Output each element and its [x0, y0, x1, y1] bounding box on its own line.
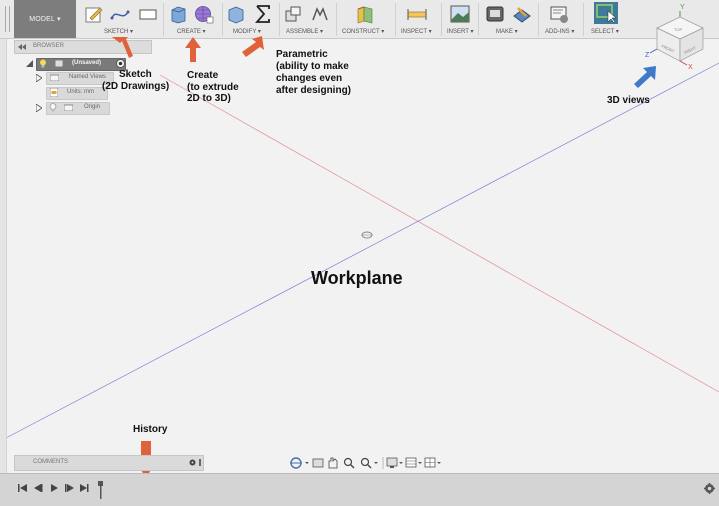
orbit-icon	[290, 457, 302, 469]
annotation-parametric-detail-1: (ability to make	[276, 61, 349, 72]
timeline-marker-icon	[98, 481, 103, 499]
display-settings-icon	[386, 457, 398, 468]
annotation-parametric: Parametric	[276, 49, 328, 60]
step-forward-icon	[65, 484, 74, 492]
arrow-create-icon	[185, 37, 201, 62]
timeline-gear-icon[interactable]	[704, 483, 715, 494]
annotation-history: History	[133, 424, 168, 435]
grid-settings-icon	[405, 457, 417, 468]
chevron-down-icon	[399, 462, 403, 464]
pan-hand-icon	[328, 457, 338, 469]
zoom-icon	[343, 457, 355, 469]
chevron-down-icon	[374, 462, 378, 464]
annotation-create-detail-1: (to extrude	[187, 82, 239, 93]
arrow-modify-icon	[242, 36, 264, 57]
annotation-parametric-detail-2: changes even	[276, 73, 343, 84]
annotation-sketch-detail: (2D Drawings)	[102, 81, 170, 92]
annotation-create-detail-2: 2D to 3D)	[187, 93, 231, 104]
annotation-3d-views: 3D views	[607, 95, 650, 106]
annotation-layer	[112, 36, 656, 478]
comments-title: COMMENTS	[33, 459, 68, 465]
chevron-down-icon	[305, 462, 309, 464]
step-back-icon	[34, 484, 43, 492]
navigation-toolbar	[290, 457, 441, 469]
expand-panel-icon[interactable]	[198, 459, 202, 466]
comments-panel-header[interactable]: COMMENTS	[14, 455, 204, 471]
annotation-sketch: Sketch	[119, 69, 152, 80]
annotation-workplane: Workplane	[311, 268, 403, 288]
fit-zoom-icon	[360, 457, 372, 469]
arrow-3d-views-icon	[634, 66, 656, 88]
chevron-down-icon	[418, 462, 422, 464]
look-at-icon	[312, 458, 324, 468]
annotation-parametric-detail-3: after designing)	[276, 85, 352, 96]
arrow-sketch-icon	[112, 37, 133, 58]
chevron-down-icon	[437, 462, 441, 464]
gear-icon[interactable]	[189, 459, 196, 466]
annotation-create: Create	[187, 70, 219, 81]
viewports-icon	[424, 457, 436, 468]
go-to-end-icon	[80, 484, 89, 492]
go-to-start-icon	[18, 484, 27, 492]
playback-controls	[18, 481, 103, 499]
play-icon	[51, 484, 58, 492]
